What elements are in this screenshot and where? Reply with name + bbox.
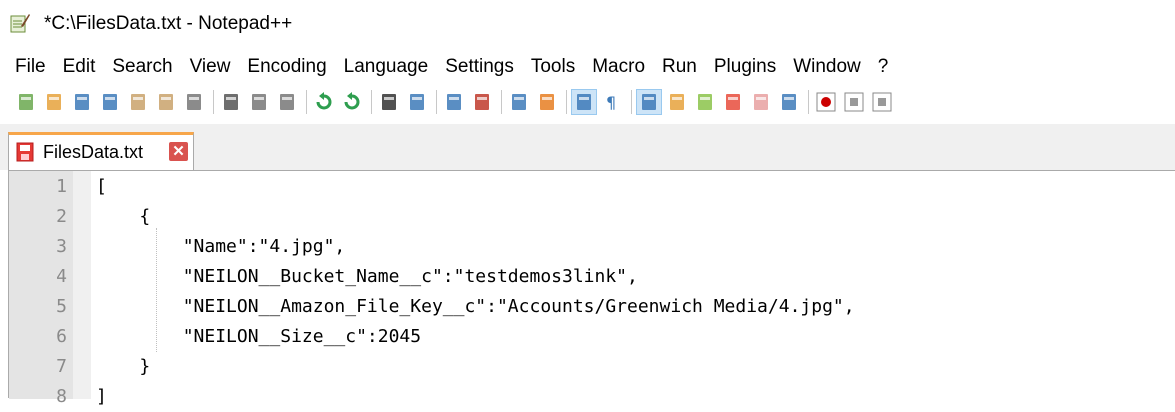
editor-line[interactable]: 8] bbox=[9, 382, 1169, 412]
toolbar-separator bbox=[306, 90, 307, 114]
word-wrap-icon[interactable] bbox=[571, 89, 597, 115]
tab-bar: FilesData.txt ✕ bbox=[0, 124, 1175, 170]
playback-icon[interactable] bbox=[870, 90, 894, 114]
menu-search[interactable]: Search bbox=[104, 53, 181, 81]
show-all-chars-icon[interactable]: ¶ bbox=[600, 90, 624, 114]
window-title: *C:\FilesData.txt - Notepad++ bbox=[44, 13, 293, 34]
print-icon[interactable] bbox=[182, 90, 206, 114]
folder-workspace-icon[interactable] bbox=[749, 90, 773, 114]
menu-run[interactable]: Run bbox=[654, 53, 706, 81]
menu-plugins[interactable]: Plugins bbox=[706, 53, 785, 81]
function-list-icon[interactable] bbox=[721, 90, 745, 114]
toolbar-separator bbox=[808, 90, 809, 114]
line-text[interactable]: "NEILON__Amazon_File_Key__c":"Accounts/G… bbox=[96, 292, 855, 322]
indent-guide bbox=[156, 228, 157, 352]
toolbar-separator bbox=[436, 90, 437, 114]
indent-guide-icon[interactable] bbox=[636, 89, 662, 115]
record-macro-icon[interactable] bbox=[814, 90, 838, 114]
toolbar-separator bbox=[566, 90, 567, 114]
toolbar: ¶ bbox=[0, 84, 1175, 120]
line-text[interactable]: ] bbox=[96, 382, 107, 412]
line-text[interactable]: } bbox=[96, 352, 150, 382]
close-all-icon[interactable] bbox=[154, 90, 178, 114]
notepad-plus-plus-icon bbox=[10, 14, 30, 33]
editor-line[interactable]: 6 "NEILON__Size__c":2045 bbox=[9, 322, 1169, 352]
editor-line[interactable]: 1[ bbox=[9, 172, 1169, 202]
document-map-icon[interactable] bbox=[693, 90, 717, 114]
editor-area[interactable]: 1[2 {3 "Name":"4.jpg", 4 "NEILON__Bucket_… bbox=[8, 170, 1175, 407]
user-language-icon[interactable] bbox=[665, 90, 689, 114]
editor-line[interactable]: 7 } bbox=[9, 352, 1169, 382]
new-file-icon[interactable] bbox=[14, 90, 38, 114]
toolbar-separator bbox=[501, 90, 502, 114]
title-bar: *C:\FilesData.txt - Notepad++ bbox=[0, 0, 1175, 50]
toolbar-separator bbox=[371, 90, 372, 114]
svg-text:¶: ¶ bbox=[606, 93, 616, 112]
sync-vertical-icon[interactable] bbox=[507, 90, 531, 114]
menu-help[interactable]: ? bbox=[870, 53, 898, 81]
editor-line[interactable]: 4 "NEILON__Bucket_Name__c":"testdemos3li… bbox=[9, 262, 1169, 292]
stop-record-icon[interactable] bbox=[842, 90, 866, 114]
line-number: 7 bbox=[56, 356, 67, 377]
toolbar-separator bbox=[213, 90, 214, 114]
tab-close-icon[interactable]: ✕ bbox=[169, 142, 188, 161]
line-number: 2 bbox=[56, 206, 67, 227]
redo-icon[interactable] bbox=[340, 90, 364, 114]
paste-icon[interactable] bbox=[275, 90, 299, 114]
close-icon[interactable] bbox=[126, 90, 150, 114]
undo-icon[interactable] bbox=[312, 90, 336, 114]
find-icon[interactable] bbox=[377, 90, 401, 114]
editor-line[interactable]: 5 "NEILON__Amazon_File_Key__c":"Accounts… bbox=[9, 292, 1169, 322]
menu-macro[interactable]: Macro bbox=[584, 53, 654, 81]
line-number: 8 bbox=[56, 386, 67, 407]
line-number: 1 bbox=[56, 176, 67, 197]
toolbar-separator bbox=[631, 90, 632, 114]
line-text[interactable]: "NEILON__Size__c":2045 bbox=[96, 322, 421, 352]
menu-tools[interactable]: Tools bbox=[523, 53, 584, 81]
tab-filesdata[interactable]: FilesData.txt ✕ bbox=[8, 132, 194, 170]
line-number: 4 bbox=[56, 266, 67, 287]
save-all-icon[interactable] bbox=[98, 90, 122, 114]
line-text[interactable]: [ bbox=[96, 172, 107, 202]
line-number: 5 bbox=[56, 296, 67, 317]
zoom-in-icon[interactable] bbox=[442, 90, 466, 114]
cut-icon[interactable] bbox=[219, 90, 243, 114]
unsaved-file-icon bbox=[16, 142, 34, 162]
line-number: 6 bbox=[56, 326, 67, 347]
zoom-out-icon[interactable] bbox=[470, 90, 494, 114]
line-number: 3 bbox=[56, 236, 67, 257]
line-text[interactable]: "NEILON__Bucket_Name__c":"testdemos3link… bbox=[96, 262, 638, 292]
editor-line[interactable]: 3 "Name":"4.jpg", bbox=[9, 232, 1169, 262]
line-text[interactable]: { bbox=[96, 202, 150, 232]
open-file-icon[interactable] bbox=[42, 90, 66, 114]
editor-line[interactable]: 2 { bbox=[9, 202, 1169, 232]
menu-bar: File Edit Search View Encoding Language Settin… bbox=[0, 52, 1175, 82]
menu-settings[interactable]: Settings bbox=[437, 53, 523, 81]
menu-language[interactable]: Language bbox=[336, 53, 438, 81]
menu-edit[interactable]: Edit bbox=[55, 53, 105, 81]
menu-view[interactable]: View bbox=[182, 53, 240, 81]
monitoring-icon[interactable] bbox=[777, 90, 801, 114]
copy-icon[interactable] bbox=[247, 90, 271, 114]
tab-label: FilesData.txt bbox=[43, 142, 144, 162]
menu-window[interactable]: Window bbox=[785, 53, 870, 81]
menu-encoding[interactable]: Encoding bbox=[239, 53, 335, 81]
line-text[interactable]: "Name":"4.jpg", bbox=[96, 232, 346, 262]
sync-horizontal-icon[interactable] bbox=[535, 90, 559, 114]
menu-file[interactable]: File bbox=[0, 53, 55, 81]
save-icon[interactable] bbox=[70, 90, 94, 114]
replace-icon[interactable] bbox=[405, 90, 429, 114]
